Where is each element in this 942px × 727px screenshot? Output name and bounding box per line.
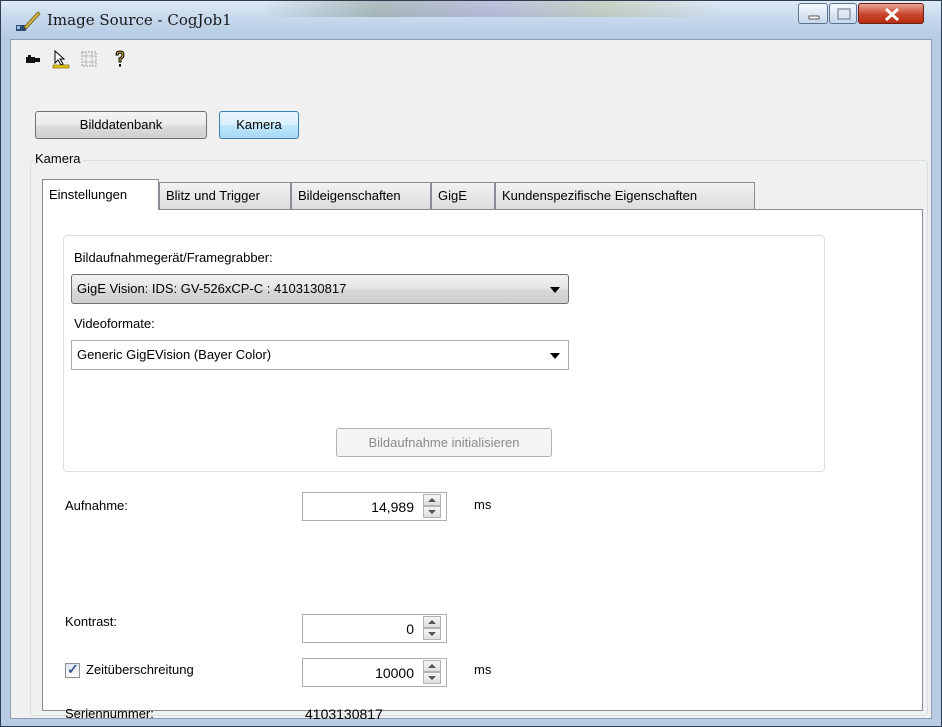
tab-kundenspezifische-eigenschaften[interactable]: Kundenspezifische Eigenschaften bbox=[495, 182, 755, 209]
timeout-label: Zeitüberschreitung bbox=[86, 662, 194, 677]
acquisition-device-box: Bildaufnahmegerät/Framegrabber: GigE Vis… bbox=[63, 235, 825, 472]
help-icon[interactable] bbox=[110, 49, 130, 69]
grabber-label: Bildaufnahmegerät/Framegrabber: bbox=[74, 250, 273, 265]
maximize-icon bbox=[837, 8, 851, 20]
check-icon: ✓ bbox=[67, 661, 79, 677]
camera-source-button[interactable]: Kamera bbox=[219, 111, 299, 139]
exposure-value: 14,989 bbox=[371, 499, 414, 515]
contrast-label: Kontrast: bbox=[65, 614, 118, 629]
close-icon bbox=[884, 7, 900, 22]
close-button[interactable] bbox=[858, 3, 924, 24]
edit-icon[interactable] bbox=[51, 49, 71, 69]
stepper-up-icon[interactable] bbox=[423, 660, 441, 672]
init-acquisition-button[interactable]: Bildaufnahme initialisieren bbox=[336, 428, 552, 457]
timeout-checkbox[interactable]: ✓ bbox=[65, 661, 80, 678]
format-value: Generic GigEVision (Bayer Color) bbox=[77, 347, 272, 362]
chevron-down-icon bbox=[550, 287, 560, 293]
format-label: Videoformate: bbox=[74, 316, 155, 331]
chevron-down-icon bbox=[550, 353, 560, 359]
grabber-value: GigE Vision: IDS: GV-526xCP-C : 41031308… bbox=[77, 281, 347, 296]
grabber-select[interactable]: GigE Vision: IDS: GV-526xCP-C : 41031308… bbox=[71, 274, 569, 304]
settings-tab-panel: Bildaufnahmegerät/Framegrabber: GigE Vis… bbox=[42, 209, 923, 722]
toolbar bbox=[11, 40, 931, 74]
camera-group-label: Kamera bbox=[33, 151, 83, 166]
stepper-up-icon[interactable] bbox=[423, 616, 441, 628]
format-select[interactable]: Generic GigEVision (Bayer Color) bbox=[71, 340, 569, 370]
stepper-arrows bbox=[420, 615, 446, 642]
stepper-down-icon[interactable] bbox=[423, 672, 441, 684]
exposure-unit: ms bbox=[474, 497, 492, 512]
contrast-stepper[interactable]: 0 bbox=[302, 614, 447, 643]
title-bar[interactable]: Image Source - CogJob1 bbox=[1, 1, 941, 39]
serial-label: Seriennummer: bbox=[65, 706, 154, 721]
timeout-value: 10000 bbox=[375, 665, 414, 681]
client-area: Bilddatenbank Kamera Kamera Einstellunge… bbox=[10, 39, 932, 722]
contrast-value: 0 bbox=[406, 621, 414, 637]
camera-icon[interactable] bbox=[24, 49, 44, 69]
tab-einstellungen[interactable]: Einstellungen bbox=[42, 179, 159, 210]
grid-icon[interactable] bbox=[79, 49, 99, 69]
tab-gige[interactable]: GigE bbox=[431, 182, 495, 209]
minimize-button[interactable] bbox=[798, 3, 828, 24]
image-source-icon bbox=[16, 11, 41, 31]
stepper-arrows bbox=[420, 659, 446, 686]
serial-value: 4103130817 bbox=[305, 706, 383, 722]
database-source-button[interactable]: Bilddatenbank bbox=[35, 111, 207, 139]
exposure-label: Aufnahme: bbox=[65, 498, 128, 513]
stepper-arrows bbox=[420, 493, 446, 520]
tab-blitz-und-trigger[interactable]: Blitz und Trigger bbox=[159, 182, 291, 209]
stepper-up-icon[interactable] bbox=[423, 494, 441, 506]
exposure-stepper[interactable]: 14,989 bbox=[302, 492, 447, 521]
timeout-stepper[interactable]: 10000 bbox=[302, 658, 447, 687]
window-title: Image Source - CogJob1 bbox=[47, 11, 232, 29]
minimize-icon bbox=[808, 15, 820, 20]
stepper-down-icon[interactable] bbox=[423, 628, 441, 640]
background-blur bbox=[261, 1, 721, 17]
tab-bildeigenschaften[interactable]: Bildeigenschaften bbox=[291, 182, 431, 209]
maximize-button[interactable] bbox=[829, 3, 857, 24]
image-source-window: Image Source - CogJob1 Bilddatenbank Kam… bbox=[0, 0, 942, 727]
timeout-unit: ms bbox=[474, 662, 492, 677]
stepper-down-icon[interactable] bbox=[423, 506, 441, 518]
